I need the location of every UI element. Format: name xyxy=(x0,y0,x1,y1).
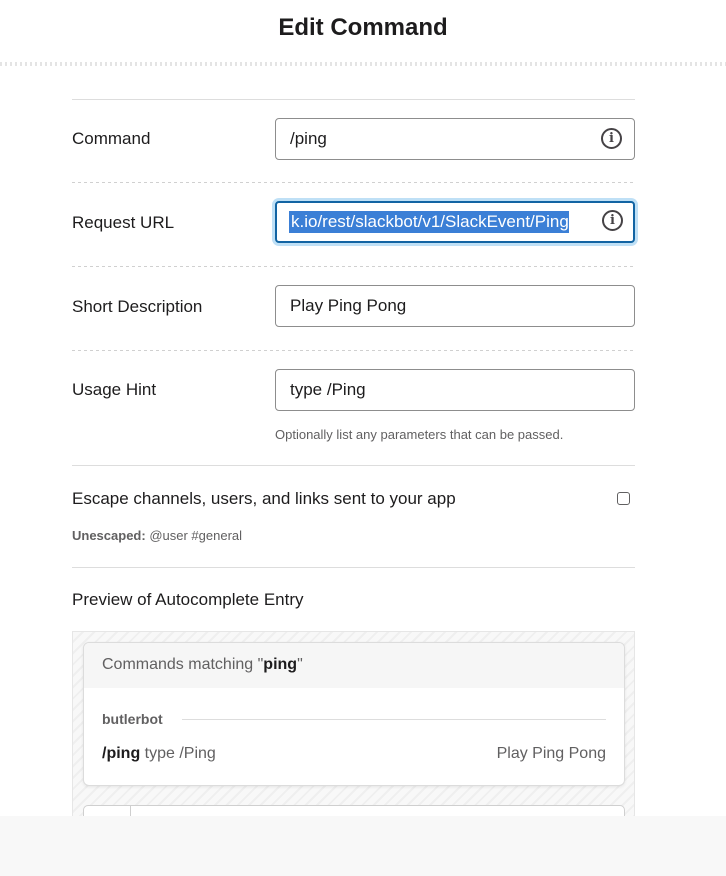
header-suffix: " xyxy=(297,656,303,673)
autocomplete-command: /ping type /Ping xyxy=(102,745,216,763)
autocomplete-description: Play Ping Pong xyxy=(496,745,606,762)
usage-hint-value: type /Ping xyxy=(290,380,366,399)
divider xyxy=(72,465,635,466)
modal-header: Edit Command xyxy=(0,0,726,66)
usage-hint-label: Usage Hint xyxy=(72,380,157,399)
command-label: Command xyxy=(72,129,151,148)
escape-status: Unescaped: @user #general xyxy=(72,528,242,543)
escape-example: @user #general xyxy=(149,528,243,543)
autocomplete-header-text: Commands matching "ping" xyxy=(102,656,303,674)
short-description-field[interactable]: Play Ping Pong xyxy=(275,285,635,327)
autocomplete-command-name: /ping xyxy=(102,745,141,762)
escape-checkbox[interactable] xyxy=(617,492,630,505)
request-url-label: Request URL xyxy=(72,213,175,232)
header-prefix: Commands matching " xyxy=(102,656,264,673)
escape-label: Escape channels, users, and links sent t… xyxy=(72,489,456,508)
autocomplete-command-hint: type /Ping xyxy=(144,745,216,762)
autocomplete-separator xyxy=(182,719,606,720)
preview-label: Preview of Autocomplete Entry xyxy=(72,590,304,609)
autocomplete-app-name: butlerbot xyxy=(102,711,163,727)
autocomplete-header: Commands matching "ping" xyxy=(84,643,624,688)
divider xyxy=(72,266,635,267)
divider xyxy=(72,350,635,351)
divider xyxy=(72,567,635,568)
usage-hint-help: Optionally list any parameters that can … xyxy=(275,427,564,442)
info-icon[interactable]: i xyxy=(602,210,623,231)
escape-status-label: Unescaped: xyxy=(72,528,146,543)
modal-title: Edit Command xyxy=(278,14,448,41)
command-field[interactable]: /ping i xyxy=(275,118,635,160)
divider xyxy=(72,182,635,183)
header-divider xyxy=(0,62,726,66)
request-url-value: k.io/rest/slackbot/v1/SlackEvent/Ping xyxy=(289,211,569,233)
info-icon[interactable]: i xyxy=(601,128,622,149)
modal-footer xyxy=(0,816,726,876)
usage-hint-field[interactable]: type /Ping xyxy=(275,369,635,411)
autocomplete-popup: Commands matching "ping" butlerbot /ping… xyxy=(83,642,625,786)
request-url-field[interactable]: k.io/rest/slackbot/v1/SlackEvent/Ping i xyxy=(275,201,635,243)
short-description-label: Short Description xyxy=(72,297,203,316)
header-term: ping xyxy=(263,656,298,673)
divider xyxy=(72,99,635,100)
short-description-value: Play Ping Pong xyxy=(290,296,407,315)
command-value: /ping xyxy=(290,129,327,148)
